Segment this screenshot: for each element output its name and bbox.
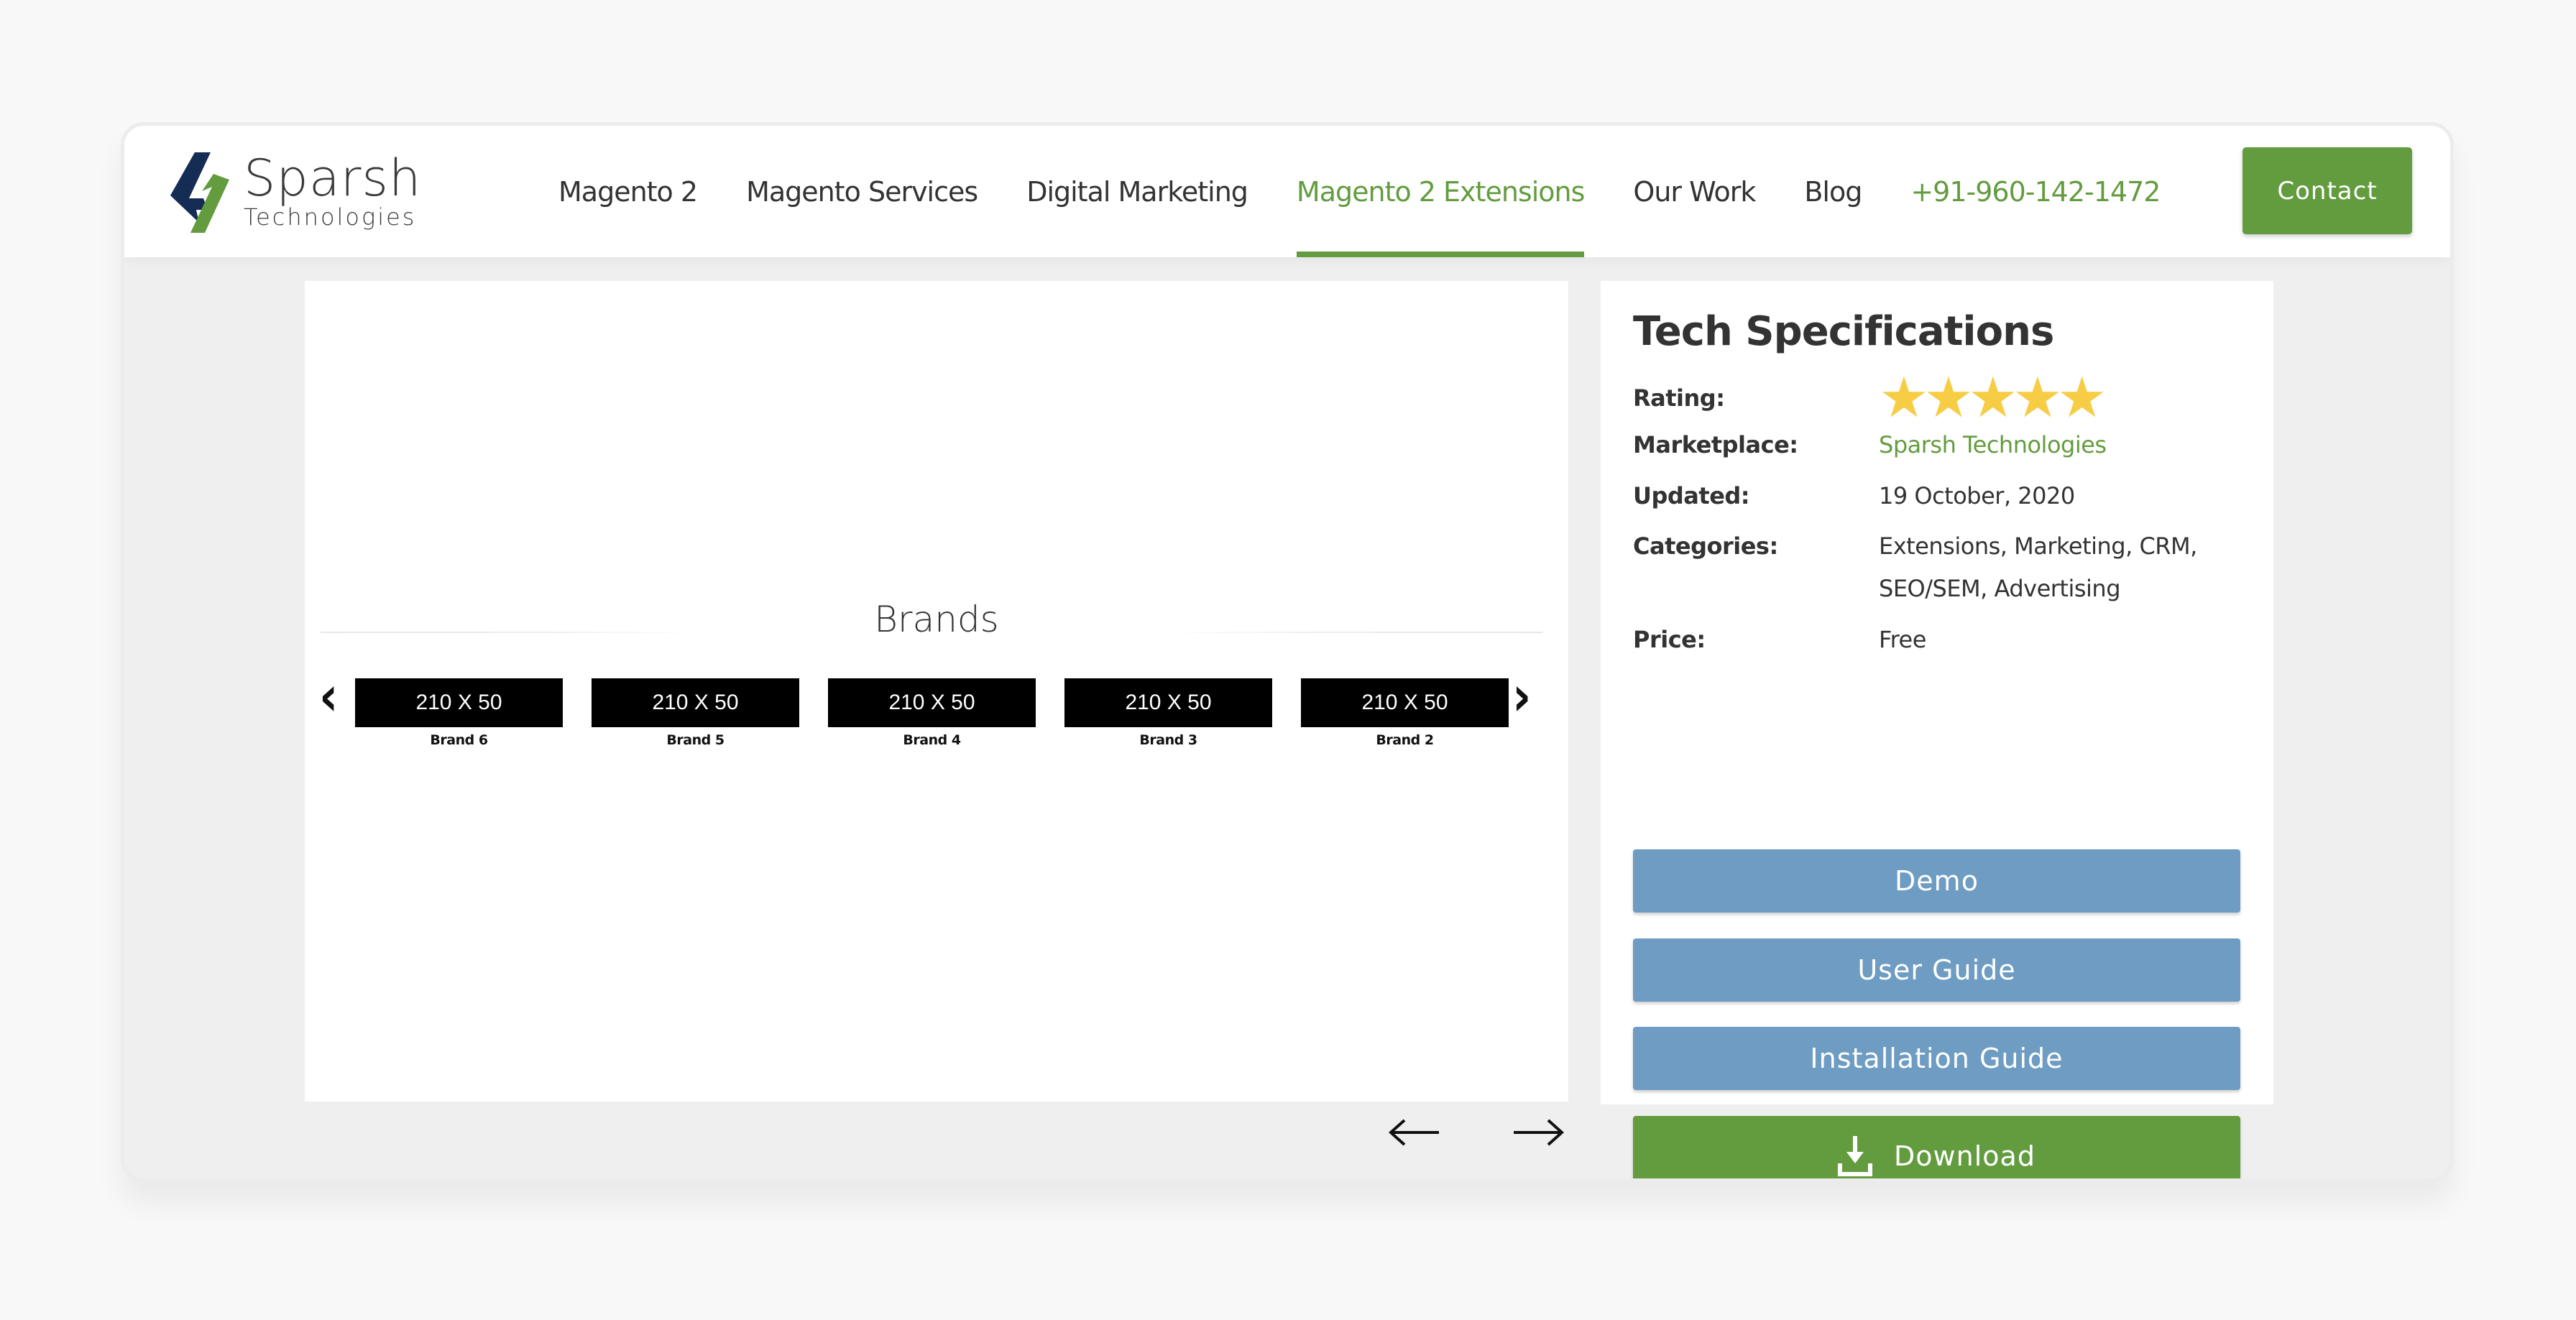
logo[interactable]: Sparsh Technologies bbox=[170, 152, 421, 233]
download-button[interactable]: Download bbox=[1633, 1116, 2240, 1178]
nav-item-magento-2[interactable]: Magento 2 bbox=[558, 126, 698, 257]
tech-specs-title: Tech Specifications bbox=[1633, 308, 2054, 355]
brands-divider-right bbox=[1169, 632, 1542, 633]
brand-image-placeholder[interactable]: 210 X 50 bbox=[355, 678, 563, 727]
nav-item-magento-2-extensions[interactable]: Magento 2 Extensions bbox=[1296, 126, 1585, 257]
user-guide-button[interactable]: User Guide bbox=[1633, 938, 2240, 1002]
brand-label: Brand 2 bbox=[1376, 732, 1434, 748]
logo-subtitle: Technologies bbox=[244, 203, 417, 231]
brand-item[interactable]: 210 X 50 Brand 5 bbox=[592, 678, 799, 748]
installation-guide-button[interactable]: Installation Guide bbox=[1633, 1027, 2240, 1090]
brand-label: Brand 6 bbox=[430, 732, 488, 748]
chevron-right-icon[interactable]: › bbox=[1512, 670, 1531, 725]
spec-label: Categories: bbox=[1633, 532, 1778, 560]
spec-row-categories: Categories: Extensions, Marketing, CRM, … bbox=[1633, 525, 2209, 610]
brand-image-placeholder[interactable]: 210 X 50 bbox=[1064, 678, 1272, 727]
spec-row-rating: Rating: ★ ★ ★ ★ ★ bbox=[1633, 366, 2107, 430]
rating-stars: ★ ★ ★ ★ ★ bbox=[1879, 366, 2107, 430]
brand-label: Brand 5 bbox=[666, 732, 724, 748]
categories-value: Extensions, Marketing, CRM, SEO/SEM, Adv… bbox=[1879, 532, 2197, 602]
brand-item[interactable]: 210 X 50 Brand 4 bbox=[828, 678, 1036, 748]
download-label: Download bbox=[1894, 1140, 2036, 1172]
arrow-right-icon[interactable] bbox=[1508, 1114, 1565, 1150]
spec-label: Price: bbox=[1633, 626, 1706, 653]
star-icon: ★ bbox=[1967, 366, 2018, 430]
brand-image-placeholder[interactable]: 210 X 50 bbox=[592, 678, 799, 727]
main-nav: Magento 2 Magento Services Digital Marke… bbox=[558, 126, 2209, 257]
logo-icon bbox=[170, 152, 229, 233]
spec-label: Rating: bbox=[1633, 384, 1725, 412]
nav-item-magento-services[interactable]: Magento Services bbox=[746, 126, 978, 257]
star-icon: ★ bbox=[2012, 366, 2063, 430]
brand-image-placeholder[interactable]: 210 X 50 bbox=[1301, 678, 1509, 727]
star-icon: ★ bbox=[2056, 366, 2107, 430]
updated-value: 19 October, 2020 bbox=[1879, 482, 2075, 509]
spec-label: Updated: bbox=[1633, 482, 1750, 509]
spec-row-marketplace: Marketplace: Sparsh Technologies bbox=[1633, 424, 2224, 466]
site-header: Sparsh Technologies Magento 2 Magento Se… bbox=[124, 126, 2450, 257]
page-frame: Sparsh Technologies Magento 2 Magento Se… bbox=[121, 122, 2454, 1182]
brand-image-placeholder[interactable]: 210 X 50 bbox=[828, 678, 1036, 727]
star-icon: ★ bbox=[1879, 366, 1929, 430]
brand-label: Brand 4 bbox=[903, 732, 961, 748]
chevron-left-icon[interactable]: ‹ bbox=[319, 670, 338, 725]
logo-name: Sparsh bbox=[244, 149, 422, 208]
contact-button[interactable]: Contact bbox=[2242, 147, 2412, 234]
brand-item[interactable]: 210 X 50 Brand 2 bbox=[1301, 678, 1509, 748]
brands-panel: Brands ‹ 210 X 50 Brand 6 210 X 50 Brand… bbox=[305, 281, 1568, 1102]
brands-title: Brands bbox=[874, 599, 999, 640]
price-value: Free bbox=[1879, 626, 1926, 653]
nav-item-digital-marketing[interactable]: Digital Marketing bbox=[1026, 126, 1248, 257]
brand-item[interactable]: 210 X 50 Brand 6 bbox=[355, 678, 563, 748]
nav-item-blog[interactable]: Blog bbox=[1804, 126, 1862, 257]
nav-phone-link[interactable]: +91-960-142-1472 bbox=[1910, 176, 2161, 208]
tech-specs-panel: Tech Specifications Rating: ★ ★ ★ ★ ★ Ma… bbox=[1601, 281, 2273, 1178]
brand-label: Brand 3 bbox=[1139, 732, 1197, 748]
arrow-left-icon[interactable] bbox=[1387, 1114, 1445, 1150]
download-icon bbox=[1838, 1136, 1873, 1176]
demo-button[interactable]: Demo bbox=[1633, 849, 2240, 913]
star-icon: ★ bbox=[1923, 366, 1974, 430]
spec-row-updated: Updated: 19 October, 2020 bbox=[1633, 475, 2224, 517]
nav-item-our-work[interactable]: Our Work bbox=[1633, 126, 1756, 257]
spec-label: Marketplace: bbox=[1633, 431, 1798, 458]
marketplace-link[interactable]: Sparsh Technologies bbox=[1879, 424, 2224, 466]
spec-row-price: Price: Free bbox=[1633, 619, 2224, 661]
brand-item[interactable]: 210 X 50 Brand 3 bbox=[1064, 678, 1272, 748]
